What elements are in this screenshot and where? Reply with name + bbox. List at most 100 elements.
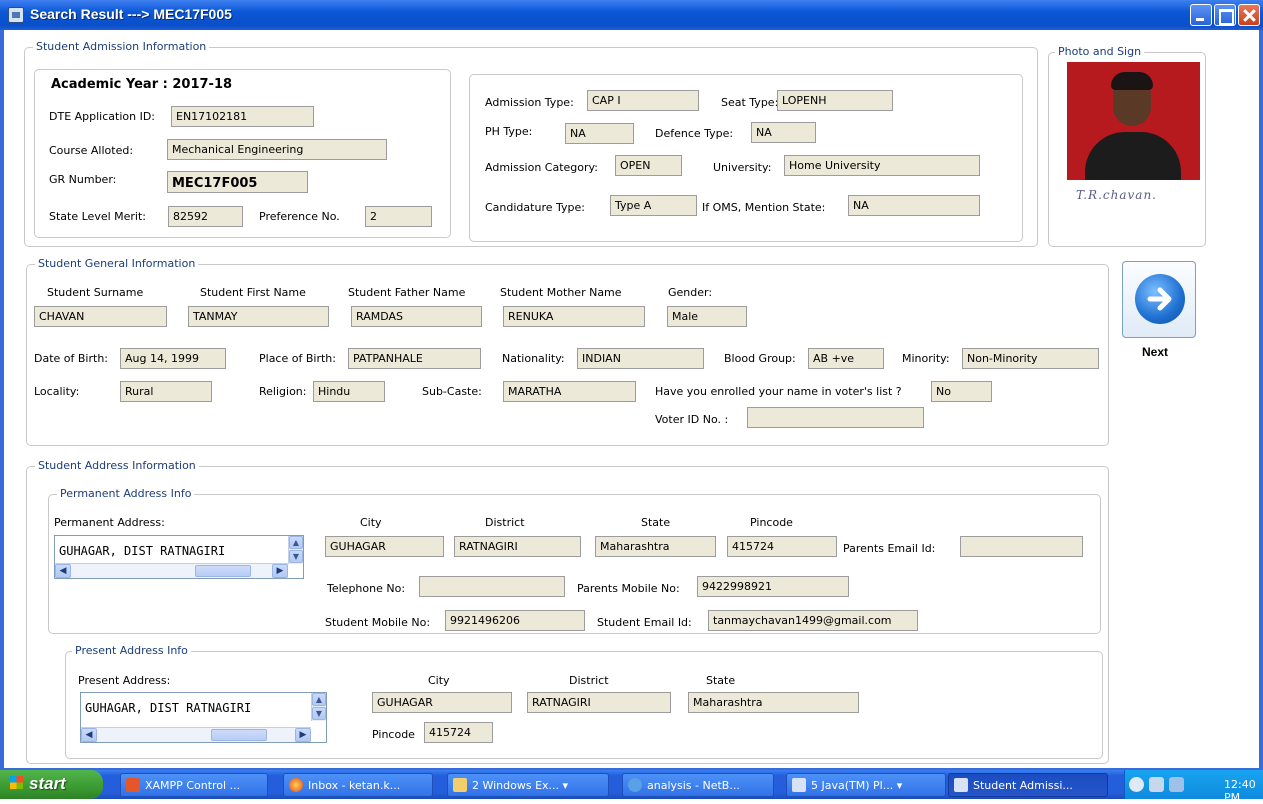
present-district-field[interactable]: RATNAGIRI <box>527 692 671 713</box>
candidature-type-field[interactable]: Type A <box>610 195 697 216</box>
defence-type-label: Defence Type: <box>655 127 734 140</box>
student-mobile-field[interactable]: 9921496206 <box>445 610 585 631</box>
present-address-textarea[interactable]: GUHAGAR, DIST RATNAGIRI ▲ ▼ ◀ ▶ <box>80 692 327 743</box>
next-button[interactable] <box>1122 261 1196 338</box>
title-bar[interactable]: Search Result ---> MEC17F005 <box>0 0 1263 30</box>
present-address-legend: Present Address Info <box>72 644 191 657</box>
pob-field[interactable]: PATPANHALE <box>348 348 481 369</box>
horizontal-scrollbar[interactable]: ◀ ▶ <box>55 563 288 578</box>
present-state-label: State <box>706 674 736 687</box>
back-arrow-icon[interactable] <box>1129 777 1144 792</box>
parents-email-field[interactable] <box>960 536 1083 557</box>
taskbar-item-student-admission[interactable]: Student Admissi... <box>948 773 1108 797</box>
father-name-field[interactable]: RAMDAS <box>351 306 482 327</box>
arrow-right-glyph <box>1147 287 1172 311</box>
next-label: Next <box>1142 345 1169 359</box>
student-email-field[interactable]: tanmaychavan1499@gmail.com <box>708 610 918 631</box>
nationality-field[interactable]: INDIAN <box>577 348 704 369</box>
mother-name-field[interactable]: RENUKA <box>503 306 645 327</box>
candidature-type-label: Candidature Type: <box>485 201 585 214</box>
start-button[interactable]: start <box>0 770 103 799</box>
minority-label: Minority: <box>902 352 950 365</box>
clock: 12:40 PM <box>1224 778 1256 804</box>
taskbar-item-explorer[interactable]: 2 Windows Ex... ▾ <box>447 773 609 797</box>
taskbar-item-java[interactable]: 5 Java(TM) Pl... ▾ <box>786 773 946 797</box>
student-photo <box>1067 62 1200 180</box>
course-alloted-field[interactable]: Mechanical Engineering <box>167 139 387 160</box>
monitor-icon[interactable] <box>1169 777 1184 792</box>
university-field[interactable]: Home University <box>784 155 980 176</box>
vertical-scrollbar[interactable]: ▲ ▼ <box>288 536 303 564</box>
present-city-label: City <box>428 674 450 687</box>
university-label: University: <box>713 161 772 174</box>
voter-id-field[interactable] <box>747 407 924 428</box>
telephone-label: Telephone No: <box>327 582 406 595</box>
ph-type-field[interactable]: NA <box>565 123 634 144</box>
network-icon[interactable] <box>1149 777 1164 792</box>
religion-field[interactable]: Hindu <box>313 381 385 402</box>
oms-state-field[interactable]: NA <box>848 195 980 216</box>
first-name-field[interactable]: TANMAY <box>188 306 329 327</box>
oms-state-label: If OMS, Mention State: <box>702 201 826 214</box>
voter-list-field[interactable]: No <box>931 381 992 402</box>
religion-label: Religion: <box>259 385 307 398</box>
academic-year-label: Academic Year : 2017-18 <box>51 77 233 92</box>
taskbar: start XAMPP Control ... Inbox - ketan.k.… <box>0 770 1263 804</box>
gender-field[interactable]: Male <box>667 306 747 327</box>
parents-email-label: Parents Email Id: <box>843 542 936 555</box>
state-level-merit-field[interactable]: 82592 <box>168 206 243 227</box>
permanent-address-textarea[interactable]: GUHAGAR, DIST RATNAGIRI ▲ ▼ ◀ ▶ <box>54 535 304 579</box>
permanent-state-field[interactable]: Maharashtra <box>595 536 716 557</box>
seat-type-label: Seat Type: <box>721 96 779 109</box>
gr-number-label: GR Number: <box>49 173 117 186</box>
blood-group-label: Blood Group: <box>724 352 796 365</box>
xampp-icon <box>126 778 140 792</box>
maximize-button[interactable] <box>1214 4 1236 26</box>
close-button[interactable] <box>1238 4 1260 26</box>
permanent-district-field[interactable]: RATNAGIRI <box>454 536 581 557</box>
permanent-pincode-field[interactable]: 415724 <box>727 536 837 557</box>
admission-type-field[interactable]: CAP I <box>587 90 699 111</box>
locality-field[interactable]: Rural <box>120 381 212 402</box>
window-icon <box>8 7 24 23</box>
present-address-label: Present Address: <box>78 674 171 687</box>
admission-type-label: Admission Type: <box>485 96 574 109</box>
mother-name-label: Student Mother Name <box>500 286 622 299</box>
permanent-state-label: State <box>641 516 671 529</box>
surname-field[interactable]: CHAVAN <box>34 306 167 327</box>
minority-field[interactable]: Non-Minority <box>962 348 1099 369</box>
vertical-scrollbar[interactable]: ▲ ▼ <box>311 693 326 721</box>
permanent-district-label: District <box>485 516 525 529</box>
horizontal-scrollbar[interactable]: ◀ ▶ <box>81 727 311 742</box>
state-level-merit-label: State Level Merit: <box>49 210 147 223</box>
voter-list-question-label: Have you enrolled your name in voter's l… <box>655 385 902 398</box>
subcaste-field[interactable]: MARATHA <box>503 381 636 402</box>
student-signature: T.R.chavan. <box>1076 188 1157 202</box>
taskbar-item-inbox[interactable]: Inbox - ketan.k... <box>283 773 433 797</box>
locality-label: Locality: <box>34 385 80 398</box>
parents-mobile-field[interactable]: 9422998921 <box>697 576 849 597</box>
minimize-button[interactable] <box>1190 4 1212 26</box>
permanent-address-legend: Permanent Address Info <box>57 487 195 500</box>
taskbar-item-netbeans[interactable]: analysis - NetB... <box>622 773 774 797</box>
java-icon <box>792 778 806 792</box>
permanent-city-field[interactable]: GUHAGAR <box>325 536 444 557</box>
present-pincode-field[interactable]: 415724 <box>424 722 493 743</box>
present-city-field[interactable]: GUHAGAR <box>372 692 512 713</box>
application-window: Search Result ---> MEC17F005 Student Adm… <box>0 0 1263 770</box>
defence-type-field[interactable]: NA <box>751 122 816 143</box>
seat-type-field[interactable]: LOPENH <box>777 90 893 111</box>
general-info-legend: Student General Information <box>35 257 199 270</box>
preference-no-field[interactable]: 2 <box>365 206 432 227</box>
dob-field[interactable]: Aug 14, 1999 <box>120 348 226 369</box>
blood-group-field[interactable]: AB +ve <box>808 348 884 369</box>
course-alloted-label: Course Alloted: <box>49 144 134 157</box>
dte-application-id-field[interactable]: EN17102181 <box>171 106 314 127</box>
application-icon <box>954 778 968 792</box>
taskbar-item-xampp[interactable]: XAMPP Control ... <box>120 773 268 797</box>
gr-number-field[interactable]: MEC17F005 <box>167 171 308 193</box>
admission-category-field[interactable]: OPEN <box>615 155 682 176</box>
telephone-field[interactable] <box>419 576 565 597</box>
present-state-field[interactable]: Maharashtra <box>688 692 859 713</box>
nationality-label: Nationality: <box>502 352 565 365</box>
